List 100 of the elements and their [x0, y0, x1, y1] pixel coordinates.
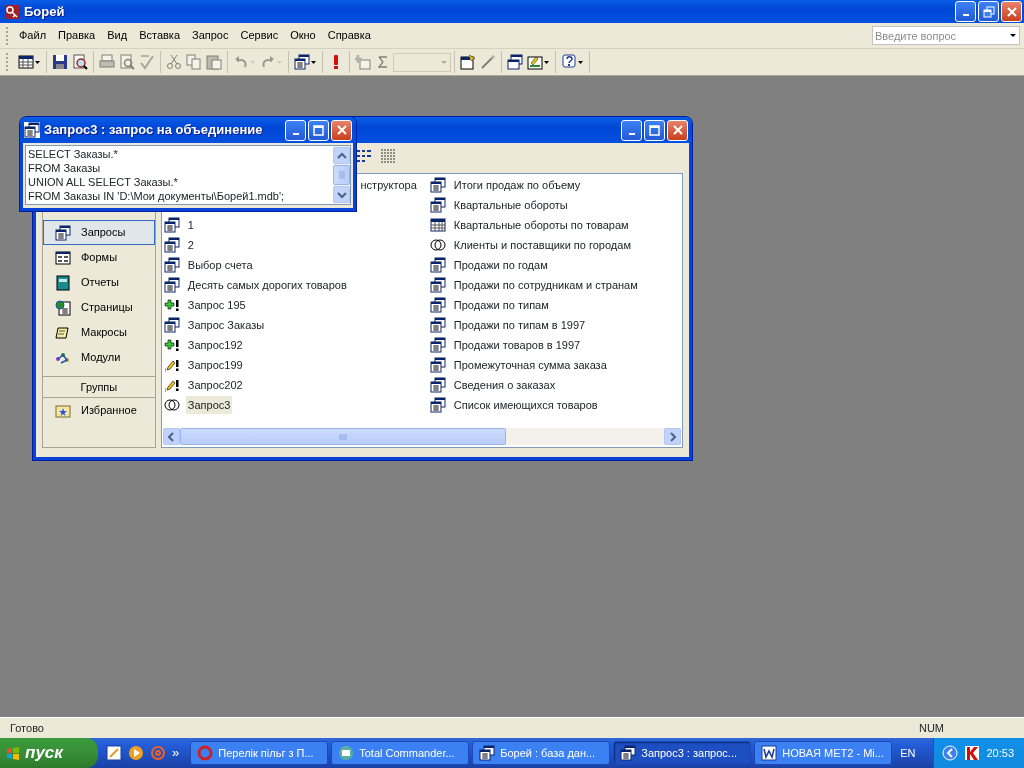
scroll-up-button[interactable]: [333, 147, 350, 164]
minimize-icon: [292, 132, 299, 135]
window-title: Борей: [24, 2, 66, 21]
query-list-item[interactable]: Запрос192: [185, 335, 245, 355]
sql-text-area[interactable]: SELECT Заказы.* FROM Заказы UNION ALL SELECT Заказы.* FROM Заказы IN 'D:\Мои документы\Борей1.mdb';: [25, 145, 351, 205]
close-button[interactable]: [667, 119, 688, 141]
query-list-item[interactable]: Сведения о заказах: [451, 375, 558, 395]
query-icon: [163, 277, 180, 293]
query-list-item[interactable]: Продажи по сотрудникам и странам: [451, 275, 640, 295]
minimize-button[interactable]: [621, 119, 642, 141]
scroll-left-button[interactable]: [162, 428, 180, 445]
menu-item[interactable]: Запрос: [186, 25, 235, 46]
query-list-item[interactable]: Клиенты и поставщики по городам: [451, 235, 633, 255]
query-list-item[interactable]: Запрос 195: [185, 295, 248, 315]
database-window-button[interactable]: [505, 51, 525, 73]
page-icon: [55, 299, 71, 316]
union-icon: [163, 397, 180, 413]
maximize-button[interactable]: [644, 119, 665, 141]
query-icon: [620, 745, 637, 761]
query-list-item[interactable]: Запрос3: [185, 395, 233, 415]
query-list-item[interactable]: Квартальные обороты: [451, 195, 570, 215]
scrollbar-thumb[interactable]: [179, 428, 506, 445]
query-list-item[interactable]: Продажи по годам: [451, 255, 550, 275]
group-item[interactable]: Избранное: [43, 398, 155, 423]
close-button[interactable]: [1001, 1, 1022, 22]
taskbar-button[interactable]: Борей : база дан...: [472, 741, 611, 765]
query-list-item[interactable]: Продажи по типам: [451, 295, 551, 315]
query-list-item[interactable]: Список имеющихся товаров: [451, 395, 600, 415]
query-list-item[interactable]: Запрос Заказы: [185, 315, 267, 335]
menu-item[interactable]: Вставка: [133, 25, 186, 46]
minimize-button[interactable]: [285, 119, 306, 141]
taskbar-button[interactable]: Total Commander...: [331, 741, 470, 765]
check-mark-icon: [139, 54, 155, 70]
menu-item[interactable]: Окно: [284, 25, 322, 46]
taskbar-button[interactable]: НОВАЯ МЕТ2 - Mi...: [754, 741, 893, 765]
query-type-button[interactable]: [292, 51, 319, 73]
details-view-icon: [380, 148, 396, 164]
menu-item[interactable]: Вид: [101, 25, 134, 46]
object-type-item[interactable]: Макросы: [43, 320, 155, 345]
pencil-exclamation-icon: [163, 357, 180, 373]
object-type-item[interactable]: Формы: [43, 245, 155, 270]
menu-item[interactable]: Справка: [321, 25, 377, 46]
object-type-item[interactable]: Модули: [43, 345, 155, 370]
object-type-item[interactable]: Отчеты: [43, 270, 155, 295]
k-shield-icon: [964, 745, 981, 761]
query-icon: [24, 122, 40, 138]
maximize-icon: [649, 124, 660, 136]
language-indicator[interactable]: EN: [892, 744, 924, 762]
object-type-label: Запросы: [81, 225, 126, 241]
menu-item[interactable]: Правка: [52, 25, 102, 46]
query-list-item[interactable]: Десять самых дорогих товаров: [185, 275, 349, 295]
menu-item[interactable]: Файл: [13, 25, 53, 46]
minimize-icon: [628, 132, 635, 135]
object-type-label: Страницы: [81, 300, 133, 316]
query-list-item[interactable]: нструктора: [358, 175, 419, 195]
query-list-item[interactable]: Промежуточная сумма заказа: [451, 355, 609, 375]
close-icon: [672, 125, 683, 135]
page-magnifier-icon: [119, 54, 135, 70]
object-type-item[interactable]: Страницы: [43, 295, 155, 320]
close-button[interactable]: [331, 119, 352, 141]
menu-item[interactable]: Сервис: [234, 25, 285, 46]
scrollbar-thumb[interactable]: [333, 165, 350, 185]
maximize-button[interactable]: [308, 119, 329, 141]
query-list-item[interactable]: 2: [185, 235, 196, 255]
minimize-button[interactable]: [955, 1, 976, 22]
query-list-item[interactable]: Выбор счета: [185, 255, 255, 275]
start-button[interactable]: пуск: [0, 738, 98, 768]
query-icon: [429, 377, 446, 393]
query-list-item[interactable]: Продажи по типам в 1997: [451, 315, 588, 335]
list-view-icon: [356, 148, 372, 164]
document-magnifier-icon: [72, 54, 88, 70]
taskbar-button[interactable]: Перелік пільг з П...: [190, 741, 329, 765]
report-icon: [55, 274, 71, 291]
query-list-item[interactable]: 1: [185, 215, 196, 235]
query-icon: [163, 217, 180, 233]
query-icon: [429, 397, 446, 413]
properties-icon: [460, 54, 476, 70]
word-icon: [761, 745, 778, 761]
object-type-label: Формы: [81, 250, 118, 266]
query-list-item[interactable]: Итоги продаж по объему: [451, 175, 583, 195]
query-list-item[interactable]: Запрос199: [185, 355, 245, 375]
restore-button[interactable]: [978, 1, 999, 22]
scroll-down-button[interactable]: [333, 186, 350, 203]
sql-line: UNION ALL SELECT Заказы.*: [28, 175, 179, 189]
object-type-item[interactable]: Запросы: [43, 220, 155, 245]
sql-line: SELECT Заказы.*: [28, 147, 119, 161]
query-icon: [294, 54, 310, 70]
query-icon: [429, 357, 446, 373]
query-list-item[interactable]: Квартальные обороты по товарам: [451, 215, 631, 235]
query-list-item[interactable]: Продажи товаров в 1997: [451, 335, 583, 355]
plus-exclamation-icon: [163, 337, 180, 353]
scroll-right-button[interactable]: [664, 428, 681, 445]
query-icon: [429, 177, 446, 193]
query-list-item[interactable]: Запрос202: [185, 375, 245, 395]
new-object-icon: [527, 54, 543, 70]
groups-header[interactable]: Группы: [43, 376, 155, 398]
media-player-icon: [128, 745, 144, 761]
query-icon: [163, 237, 180, 253]
taskbar-button[interactable]: Запрос3 : запрос...: [613, 741, 752, 765]
more-button[interactable]: »: [172, 743, 180, 763]
